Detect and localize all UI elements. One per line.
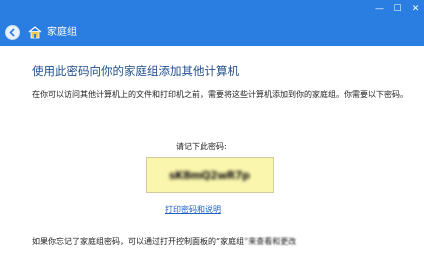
close-button[interactable]: ✕ bbox=[411, 3, 420, 15]
minimize-button[interactable]: — bbox=[375, 3, 384, 15]
page-heading: 使用此密码向你的家庭组添加其他计算机 bbox=[32, 64, 239, 78]
window-controls: — ☐ ✕ bbox=[375, 3, 420, 15]
maximize-button[interactable]: ☐ bbox=[393, 3, 402, 15]
password-value: sK8mQ2wR7p bbox=[169, 169, 250, 182]
main-content: 使用此密码向你的家庭组添加其他计算机 在你可以访问其他计算机上的文件和打印机之前… bbox=[0, 46, 424, 277]
bottom-note-suffix: ”来查看和更改 bbox=[244, 237, 297, 246]
description-text: 在你可以访问其他计算机上的文件和打印机之前，需要将这些计算机添加到你的家庭组。你… bbox=[32, 90, 408, 99]
bottom-note-prefix: 如果你忘记了家庭组密码，可以通过打开控制面板的“家庭组 bbox=[32, 237, 245, 246]
back-arrow-icon bbox=[9, 28, 15, 37]
navigation-bar: 家庭组 bbox=[0, 20, 424, 46]
homegroup-icon bbox=[28, 26, 42, 39]
title-bar: — ☐ ✕ bbox=[0, 0, 424, 20]
password-box: sK8mQ2wR7p bbox=[146, 157, 274, 193]
forgot-password-note: 如果你忘记了家庭组密码，可以通过打开控制面板的“家庭组”来查看和更改 bbox=[32, 237, 296, 247]
print-password-link[interactable]: 打印密码和说明 bbox=[165, 205, 221, 215]
homegroup-window: — ☐ ✕ 家庭组 使用此密码向你的家庭组添加其他计算机 在你可以访问其他计算机… bbox=[0, 0, 424, 277]
password-prompt: 请记下此密码: bbox=[176, 142, 227, 151]
back-button[interactable] bbox=[5, 25, 20, 40]
nav-title: 家庭组 bbox=[47, 27, 77, 38]
